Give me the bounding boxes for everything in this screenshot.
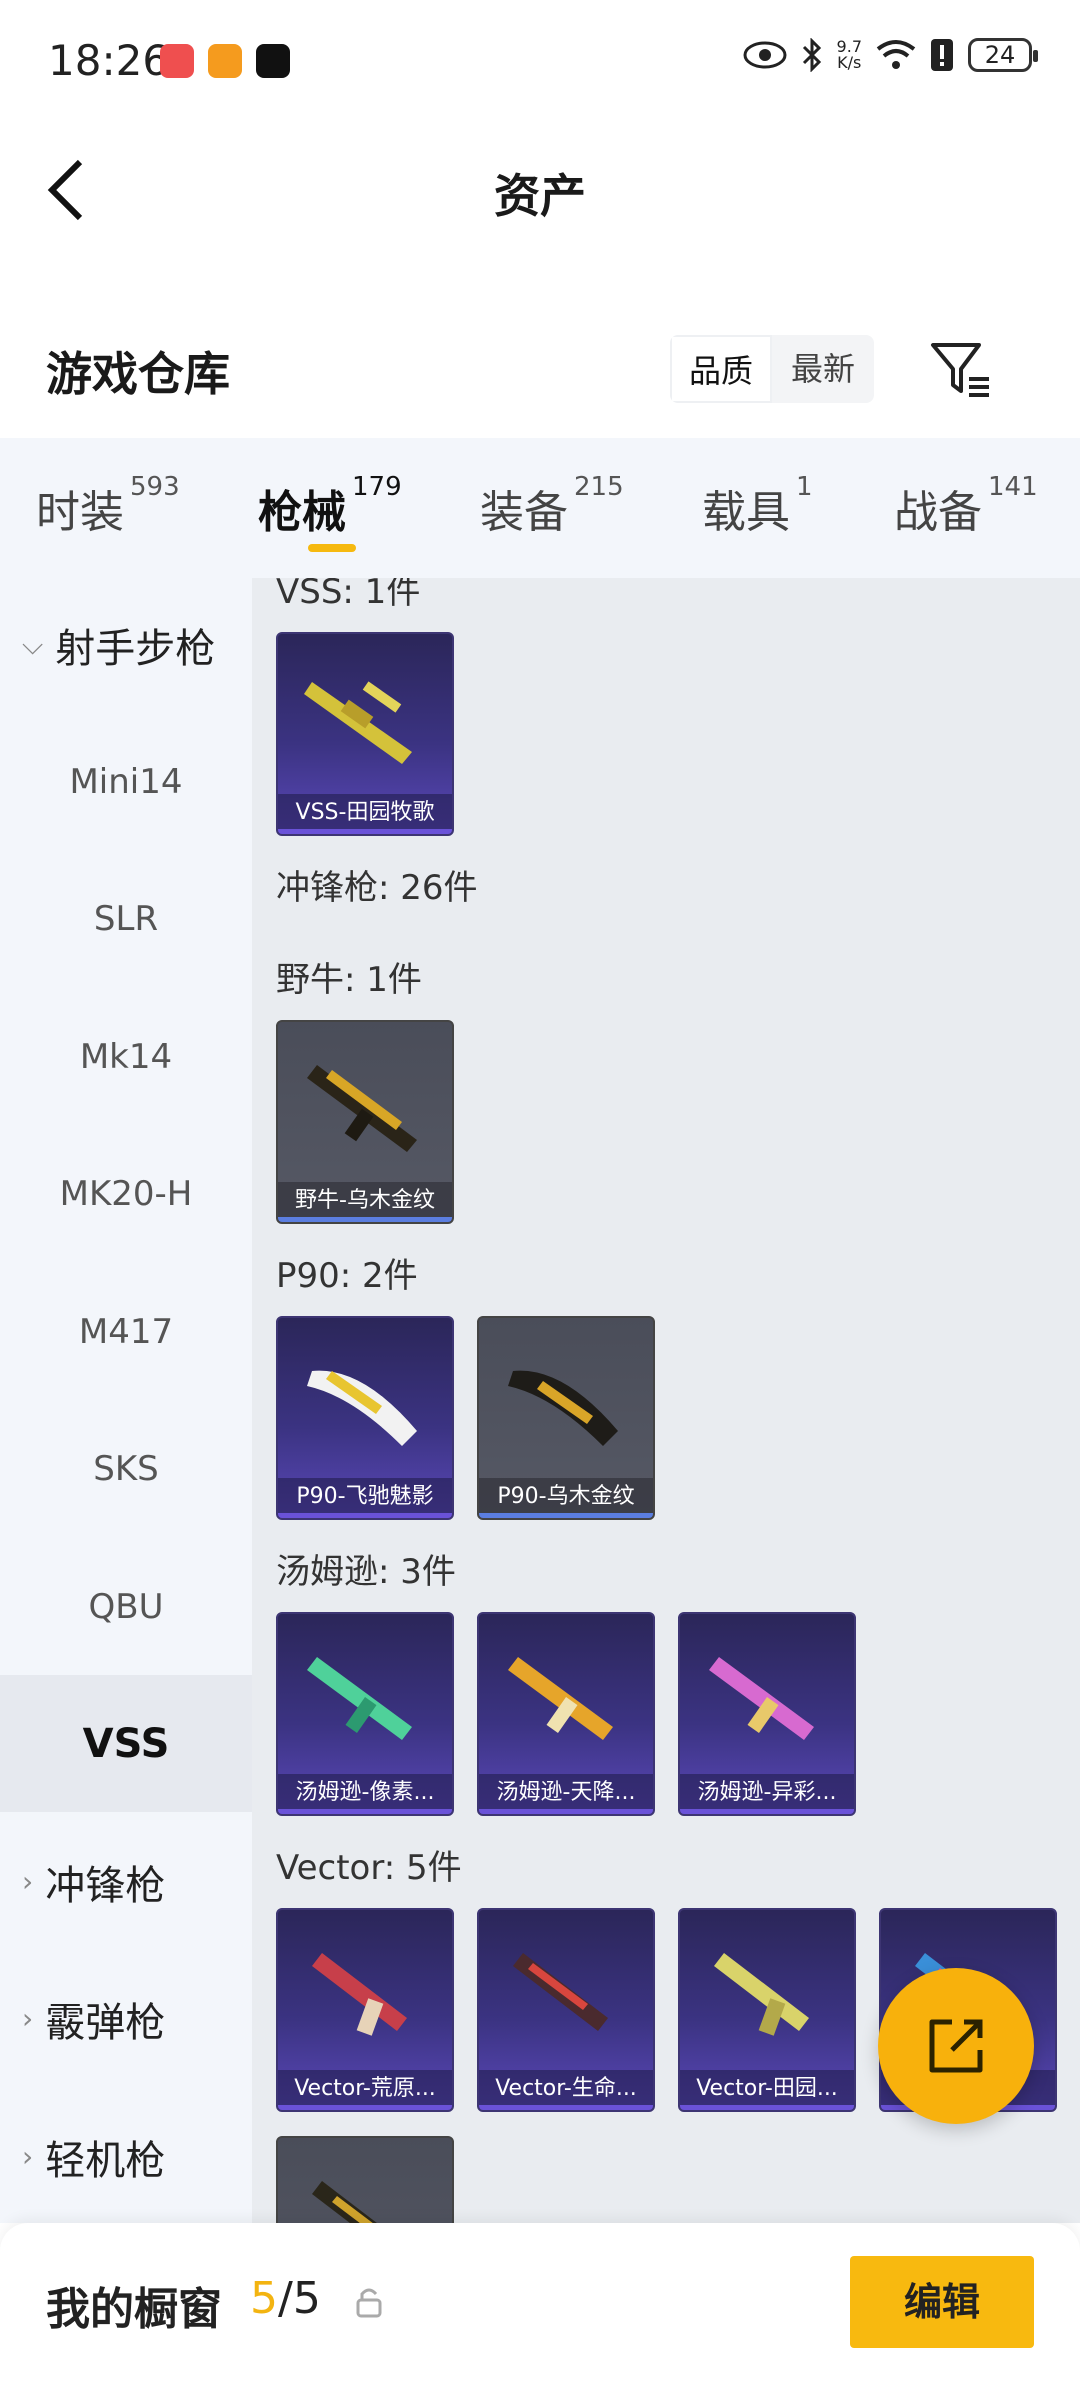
weapon-card[interactable]: 汤姆逊-天降... <box>477 1612 655 1816</box>
smg-skin-image <box>508 1657 613 1740</box>
sort-toggle: 品质 最新 <box>670 335 874 403</box>
chevron-right-icon: › <box>22 2140 34 2173</box>
section-header-vss: VSS: 1件 <box>276 578 421 612</box>
battery-indicator: 24 <box>968 38 1038 72</box>
app-notification-icon-red <box>160 44 194 78</box>
top-nav: 资产 <box>0 125 1080 255</box>
sidebar-group-marksman[interactable]: ⌵ 射手步枪 <box>0 578 252 713</box>
sidebar-item-sks[interactable]: SKS <box>0 1400 252 1537</box>
wifi-icon <box>876 40 916 69</box>
smg-skin-image <box>714 1953 809 2036</box>
eye-icon <box>743 41 787 69</box>
sort-latest-button[interactable]: 最新 <box>772 335 874 403</box>
smg-skin-image <box>307 1370 417 1446</box>
status-bar: 18:26 9.7 K/s 24 <box>0 0 1080 125</box>
alert-icon <box>931 39 953 71</box>
smg-skin-image <box>312 1953 407 2036</box>
sidebar-item-vss[interactable]: VSS <box>0 1675 252 1812</box>
filter-button[interactable] <box>925 335 995 405</box>
chevron-right-icon: › <box>22 2002 34 2035</box>
chevron-right-icon: › <box>22 1865 34 1898</box>
smg-skin-image <box>312 2181 377 2223</box>
external-link-icon <box>929 2019 983 2073</box>
tiktok-icon <box>256 44 290 78</box>
weapon-card[interactable]: Vector-田园... <box>678 1908 856 2112</box>
section-header-thompson: 汤姆逊: 3件 <box>276 1552 456 1592</box>
section-header-smg: 冲锋枪: 26件 <box>276 868 478 908</box>
status-icons: 9.7 K/s 24 <box>743 37 1038 72</box>
weapon-card[interactable]: VSS-田园牧歌 <box>276 632 454 836</box>
status-time: 18:26 <box>48 36 170 85</box>
sort-quality-button[interactable]: 品质 <box>670 335 772 403</box>
weapon-card[interactable]: P90-飞驰魅影 <box>276 1316 454 1520</box>
smg-skin-image <box>513 1953 608 2031</box>
showcase-count: 5/5 <box>250 2273 321 2324</box>
rifle-skin-image <box>304 681 412 764</box>
tab-gear[interactable]: 战备 141 <box>894 472 1038 540</box>
sidebar-item-mini14[interactable]: Mini14 <box>0 713 252 850</box>
section-header-bizon: 野牛: 1件 <box>276 960 422 1000</box>
smg-skin-image <box>508 1370 618 1446</box>
showcase-bar: 我的橱窗 5/5 编辑 <box>0 2223 1080 2382</box>
sidebar-item-slr[interactable]: SLR <box>0 850 252 987</box>
weapon-card[interactable]: 野牛-乌木金纹 <box>276 1020 454 1224</box>
smg-skin-image <box>709 1657 814 1740</box>
sidebar-item-mk14[interactable]: Mk14 <box>0 988 252 1125</box>
share-button[interactable] <box>878 1968 1034 2124</box>
chevron-down-icon: ⌵ <box>22 627 44 661</box>
sidebar-item-mk20h[interactable]: MK20-H <box>0 1125 252 1262</box>
tab-vehicles[interactable]: 载具 1 <box>702 472 813 540</box>
warehouse-title: 游戏仓库 <box>46 347 230 401</box>
filter-icon <box>931 343 989 397</box>
section-header-vector: Vector: 5件 <box>276 1848 462 1888</box>
weapon-card[interactable]: 汤姆逊-异彩... <box>678 1612 856 1816</box>
showcase-title: 我的橱窗 <box>46 2284 222 2335</box>
category-tabs: 时装 593 枪械 179 装备 215 载具 1 战备 141 <box>0 438 1080 578</box>
sidebar-group-lmg[interactable]: › 轻机枪 <box>0 2088 252 2223</box>
sidebar-item-qbu[interactable]: QBU <box>0 1538 252 1675</box>
sidebar-item-m417[interactable]: M417 <box>0 1263 252 1400</box>
weapon-card[interactable]: P90-乌木金纹 <box>477 1316 655 1520</box>
sidebar-group-shotgun[interactable]: › 霰弹枪 <box>0 1950 252 2087</box>
weapon-card[interactable]: Vector-荒原... <box>276 1908 454 2112</box>
weapon-category-sidebar: ⌵ 射手步枪 Mini14 SLR Mk14 MK20-H M417 SKS QB… <box>0 578 252 2223</box>
bluetooth-icon <box>802 38 821 72</box>
tab-fashion[interactable]: 时装 593 <box>36 472 180 540</box>
sidebar-group-smg[interactable]: › 冲锋枪 <box>0 1813 252 1950</box>
weapon-card[interactable] <box>276 2136 454 2223</box>
edit-button[interactable]: 编辑 <box>850 2256 1034 2348</box>
tab-equipment[interactable]: 装备 215 <box>480 472 624 540</box>
page-title: 资产 <box>494 169 586 223</box>
tab-firearms[interactable]: 枪械 179 <box>258 472 402 540</box>
section-header-p90: P90: 2件 <box>276 1256 418 1296</box>
game-center-icon <box>208 44 242 78</box>
lock-icon <box>356 2288 382 2318</box>
weapon-card[interactable]: 汤姆逊-像素... <box>276 1612 454 1816</box>
smg-skin-image <box>307 1065 417 1152</box>
net-speed: 9.7 K/s <box>836 37 862 72</box>
weapon-card[interactable]: Vector-生命... <box>477 1908 655 2112</box>
active-tab-indicator <box>308 544 356 552</box>
smg-skin-image <box>307 1657 412 1740</box>
